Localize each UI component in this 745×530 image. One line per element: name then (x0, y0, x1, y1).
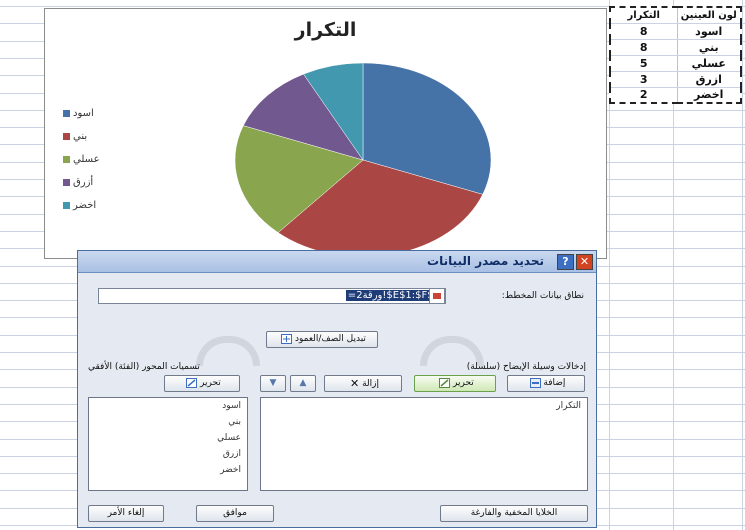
cell-color[interactable]: ازرق (677, 71, 742, 88)
move-up-button[interactable]: ▲ (290, 375, 316, 392)
table-row: 8 اسود (610, 23, 742, 40)
table-header-row: التكرار لون العينين (610, 7, 742, 24)
remove-series-button[interactable]: إزالة ✕ (324, 375, 402, 392)
series-section-label: إدخالات وسيلة الإيضاح (سلسلة) (466, 362, 586, 372)
list-item[interactable]: ازرق (89, 446, 247, 462)
legend-swatch (63, 202, 70, 209)
legend-label: اسود (73, 108, 94, 119)
data-table: التكرار لون العينين 8 اسود 8 بني 5 عسلي 3 از… (609, 6, 742, 104)
legend-entry[interactable]: اخضر (63, 194, 100, 217)
close-icon[interactable]: ✕ (576, 254, 593, 270)
edit-category-label: تحرير (200, 378, 221, 388)
header-count[interactable]: التكرار (610, 7, 678, 24)
legend-label: أزرق (73, 177, 94, 188)
list-item[interactable]: التكرار (261, 398, 587, 414)
legend-swatch (63, 179, 70, 186)
ok-button[interactable]: موافق (196, 505, 274, 522)
dialog-title: تحديد مصدر البيانات (427, 254, 544, 268)
add-series-label: إضافة (543, 378, 566, 388)
switch-row-column-button[interactable]: تبديل الصف/العمود (266, 331, 378, 348)
pie-chart[interactable]: التكرار اسود بني عسلي أزرق اخضر (44, 8, 607, 259)
range-label: نطاق بيانات المخطط: (501, 291, 584, 301)
list-item[interactable]: اسود (89, 398, 247, 414)
table-row: 5 عسلي (610, 55, 742, 72)
legend-label: اخضر (73, 200, 97, 211)
remove-icon: ✕ (349, 377, 360, 390)
cell-count[interactable]: 5 (610, 55, 678, 72)
dialog-titlebar[interactable]: تحديد مصدر البيانات ? ✕ (78, 251, 596, 273)
chart-data-range-input[interactable]: =ورقة2!$E$1:$F$6 (98, 288, 446, 304)
cell-color[interactable]: اسود (677, 23, 742, 40)
arrow-left-icon (196, 336, 260, 366)
remove-series-label: إزالة (362, 379, 379, 389)
legend-entry[interactable]: بني (63, 125, 100, 148)
list-item[interactable]: عسلي (89, 430, 247, 446)
legend-swatch (63, 133, 70, 140)
cell-count[interactable]: 8 (610, 23, 678, 40)
help-icon[interactable]: ? (557, 254, 574, 270)
arrow-down-icon: ▼ (269, 378, 277, 388)
series-list[interactable]: التكرار (260, 397, 588, 491)
collapse-dialog-icon[interactable] (429, 288, 445, 304)
legend-swatch (63, 156, 70, 163)
edit-category-button[interactable]: تحرير (164, 375, 240, 392)
legend-entry[interactable]: اسود (63, 102, 100, 125)
category-list[interactable]: اسود بني عسلي ازرق اخضر (88, 397, 248, 491)
legend-label: بني (73, 131, 88, 142)
cell-color[interactable]: بني (677, 39, 742, 56)
category-section-label: تسميات المحور (الفئة) الأفقي (88, 362, 200, 372)
add-series-button[interactable]: إضافة (507, 375, 585, 392)
switch-icon (281, 333, 293, 344)
pie-plot-area[interactable] (45, 9, 608, 260)
cancel-button[interactable]: إلغاء الأمر (88, 505, 164, 522)
chart-legend[interactable]: اسود بني عسلي أزرق اخضر (63, 102, 100, 217)
range-value: =ورقة2!$E$1:$F$6 (345, 290, 442, 301)
edit-series-label: تحرير (453, 378, 474, 388)
arrow-up-icon: ▲ (299, 378, 307, 388)
cell-color[interactable]: اخضر (677, 87, 742, 104)
list-item[interactable]: بني (89, 414, 247, 430)
hidden-empty-cells-button[interactable]: الخلايا المخفية والفارغة (440, 505, 588, 522)
cell-color[interactable]: عسلي (677, 55, 742, 72)
select-data-source-dialog: تحديد مصدر البيانات ? ✕ نطاق بيانات المخ… (77, 250, 597, 528)
edit-series-button[interactable]: تحرير (414, 375, 496, 392)
legend-swatch (63, 110, 70, 117)
move-down-button[interactable]: ▼ (260, 375, 286, 392)
table-row: 3 ازرق (610, 71, 742, 88)
table-row: 2 اخضر (610, 87, 742, 104)
cell-count[interactable]: 8 (610, 39, 678, 56)
edit-icon (186, 377, 198, 388)
edit-icon (439, 377, 451, 388)
table-row: 8 بني (610, 39, 742, 56)
legend-entry[interactable]: عسلي (63, 148, 100, 171)
list-item[interactable]: اخضر (89, 462, 247, 478)
switch-row-column-label: تبديل الصف/العمود (294, 334, 366, 344)
legend-entry[interactable]: أزرق (63, 171, 100, 194)
cell-count[interactable]: 2 (610, 87, 678, 104)
add-icon (529, 377, 541, 388)
gridline (742, 0, 743, 530)
legend-label: عسلي (73, 154, 100, 165)
cell-count[interactable]: 3 (610, 71, 678, 88)
header-eye-color[interactable]: لون العينين (677, 7, 742, 24)
